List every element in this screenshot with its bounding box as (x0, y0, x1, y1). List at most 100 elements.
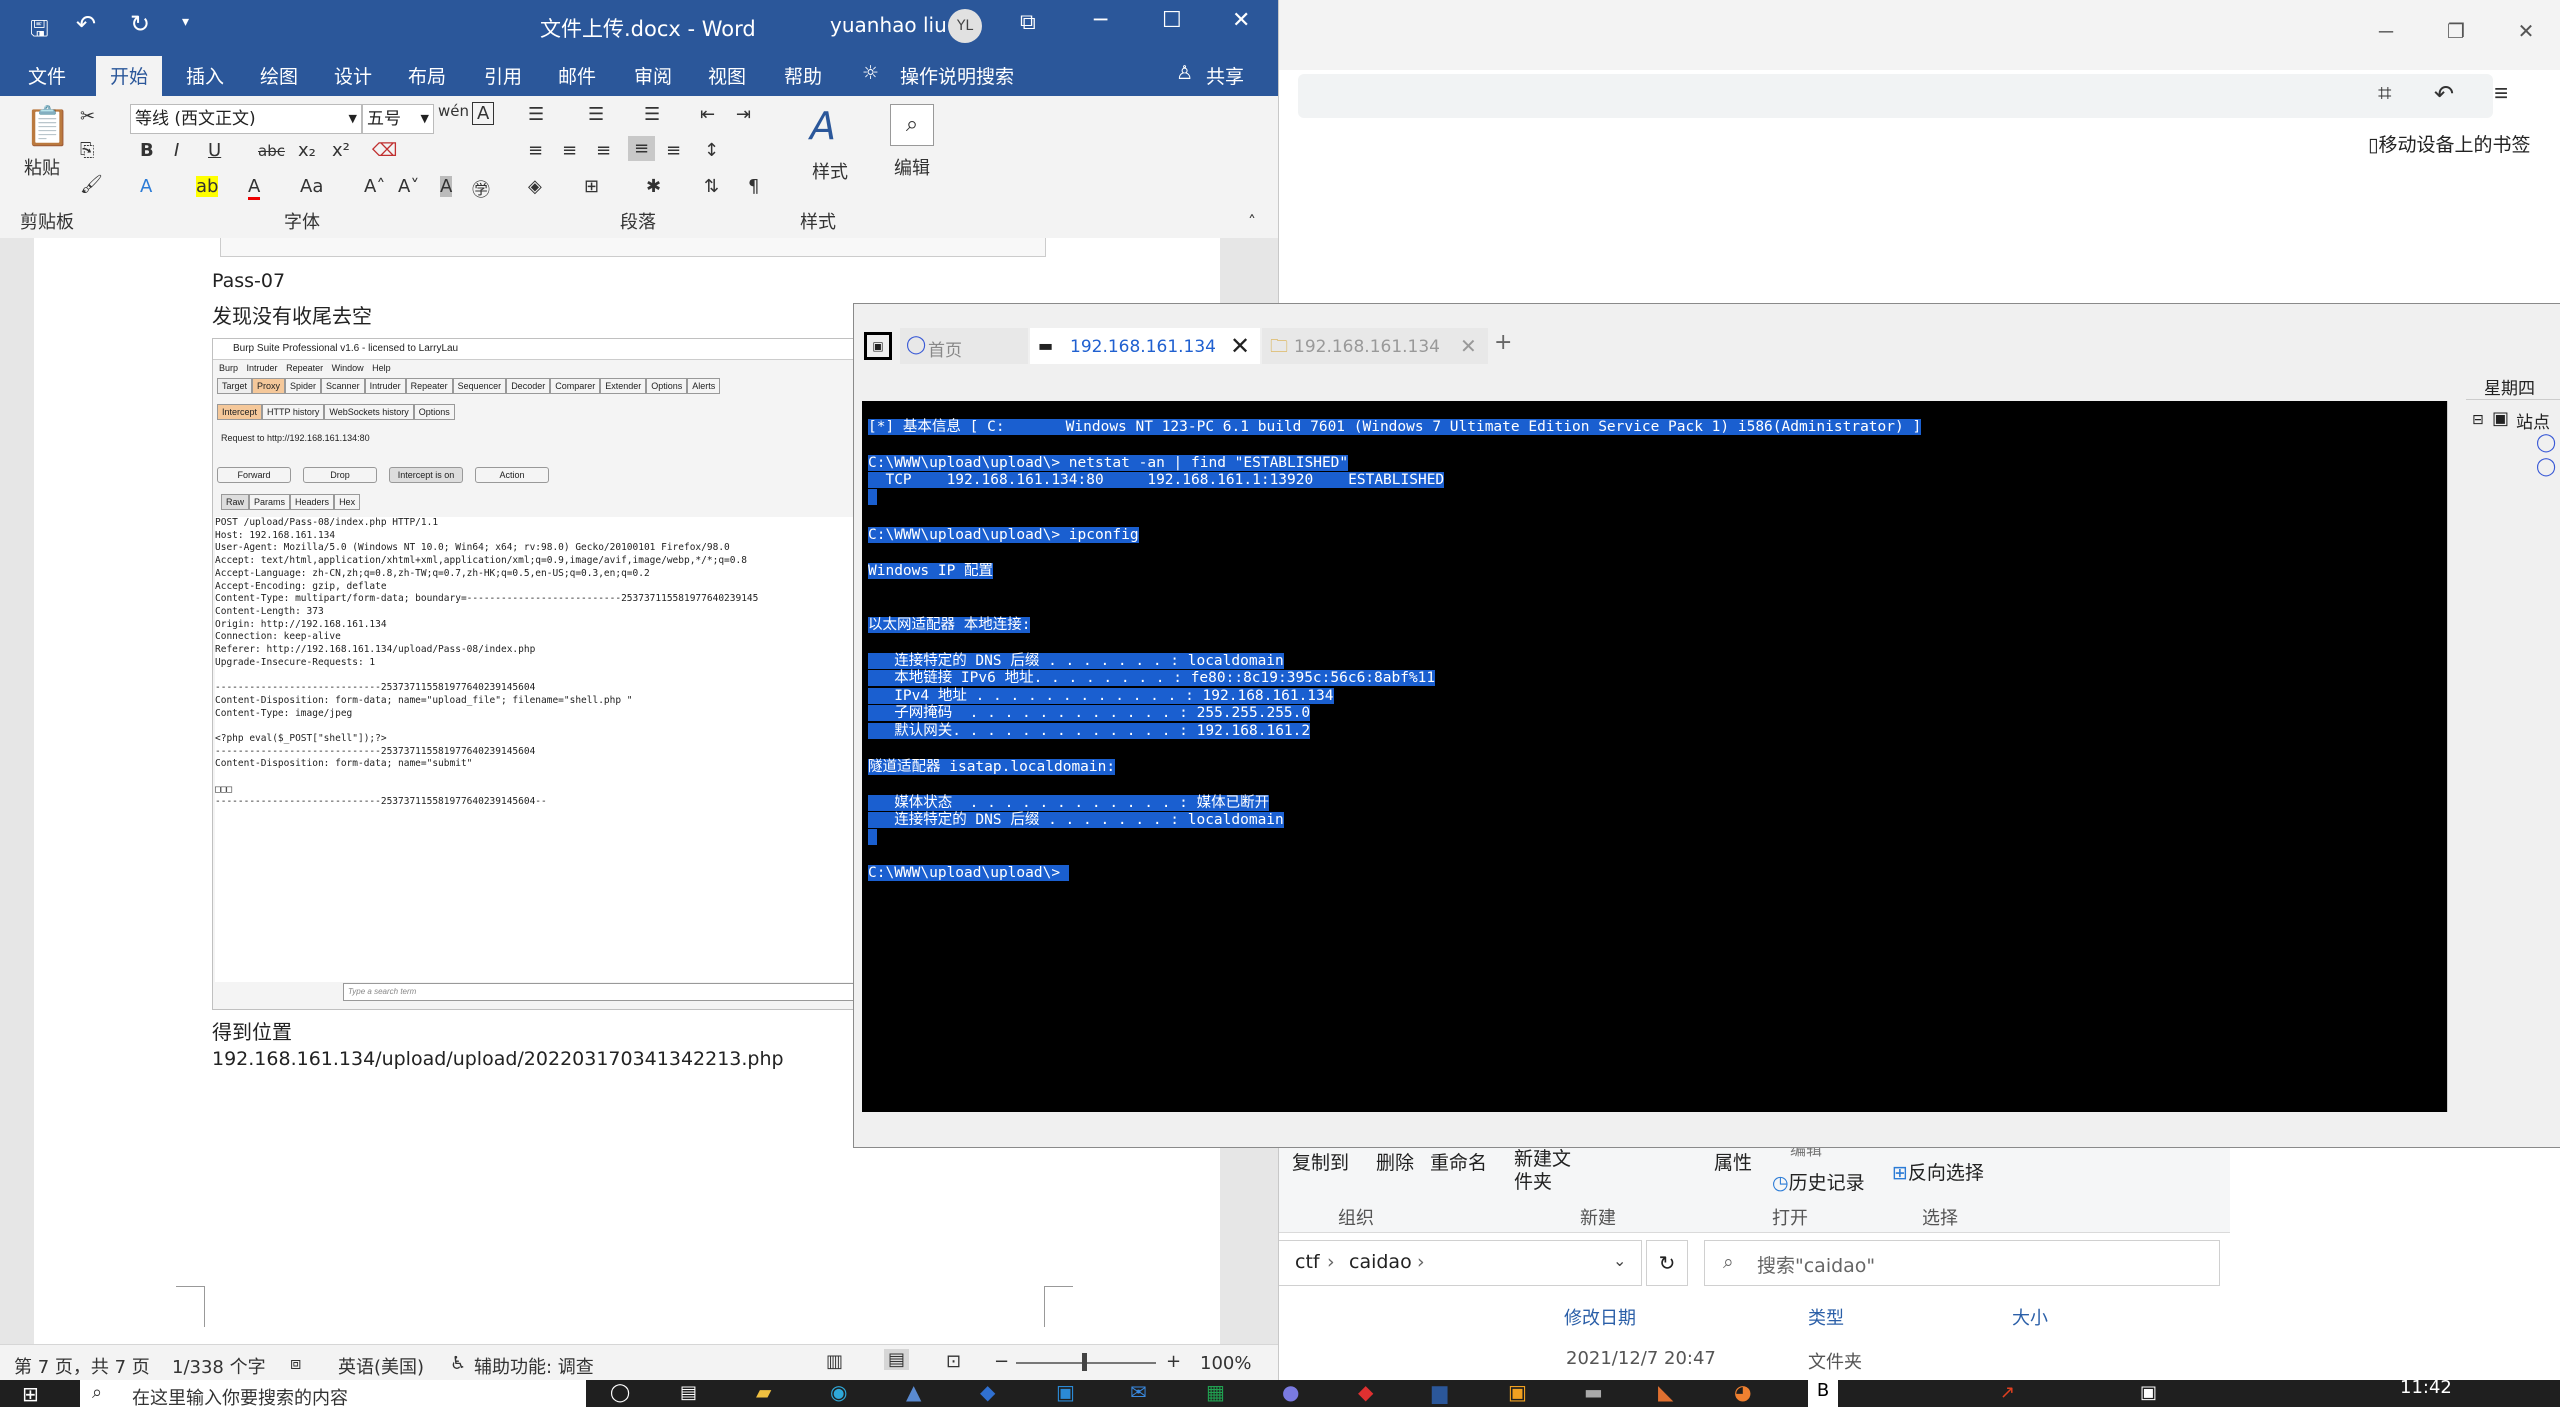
subscript-button[interactable]: x₂ (298, 140, 316, 161)
mail-icon[interactable]: ✉ (1130, 1380, 1147, 1404)
close-button[interactable]: ✕ (1232, 8, 1250, 33)
close-tab-icon[interactable]: ✕ (1460, 334, 1477, 358)
zoom-level[interactable]: 100% (1200, 1353, 1251, 1374)
widgets-icon[interactable]: ▤ (680, 1382, 697, 1403)
search-input[interactable]: 搜索"caidao" (1757, 1251, 1875, 1278)
shading-icon[interactable]: ◈ (528, 176, 542, 197)
tab-references[interactable]: 引用 (484, 62, 522, 89)
styles-button[interactable]: 样式 (812, 158, 848, 184)
task-view-icon[interactable]: ◯ (610, 1382, 630, 1403)
highlight-icon[interactable]: ab (196, 176, 219, 197)
start-button[interactable]: ⊞ (22, 1382, 39, 1406)
app-menu-icon[interactable]: ▣ (864, 332, 892, 360)
align-left-icon[interactable]: ≡ (528, 140, 543, 161)
status-words[interactable]: 1/338 个字 (172, 1353, 266, 1379)
tab-home[interactable]: ◯ 首页 (900, 328, 1028, 364)
file-explorer-icon[interactable]: ▰ (756, 1380, 771, 1404)
edge-icon[interactable]: ◉ (830, 1380, 847, 1404)
app-icon[interactable]: ◆ (1358, 1380, 1373, 1404)
tab-view[interactable]: 视图 (708, 62, 746, 89)
underline-button[interactable]: U (208, 140, 221, 161)
word-icon[interactable]: ▆ (1432, 1380, 1447, 1404)
ribbon-display-icon[interactable]: ⧉ (1020, 10, 1036, 35)
terminal-scrollbar[interactable] (2447, 401, 2464, 1112)
minimize-button[interactable]: ─ (1094, 8, 1107, 33)
close-button[interactable]: ✕ (2506, 14, 2546, 50)
burp-icon[interactable]: B (1808, 1380, 1838, 1407)
copy-to-button[interactable]: 复制到 (1292, 1148, 1349, 1175)
align-right-icon[interactable]: ≡ (596, 140, 611, 161)
clock-time[interactable]: 11:42 (2400, 1377, 2452, 1398)
zoom-slider-thumb[interactable] (1082, 1353, 1087, 1371)
justify-icon[interactable]: ≡ (628, 136, 656, 161)
taskbar-search[interactable]: ⌕ 在这里输入你要搜索的内容 (80, 1380, 586, 1410)
menu-icon[interactable]: ≡ (2494, 80, 2508, 108)
breadcrumb[interactable]: ctf › caidao › ⌄ (1278, 1240, 1642, 1286)
app-icon[interactable]: ● (1282, 1380, 1299, 1404)
superscript-button[interactable]: x² (332, 140, 350, 161)
multilevel-list-icon[interactable]: ☰ (644, 104, 660, 125)
print-layout-icon[interactable]: ▤ (884, 1349, 910, 1370)
redo-icon[interactable]: ↻ (130, 10, 150, 38)
app-icon[interactable]: ▲ (906, 1380, 921, 1404)
status-page[interactable]: 第 7 页，共 7 页 (14, 1353, 150, 1379)
strikethrough-button[interactable]: abc (258, 142, 285, 160)
mobile-bookmarks-link[interactable]: ▯移动设备上的书签 (2368, 130, 2530, 157)
avatar[interactable]: YL (948, 9, 982, 43)
invert-selection-button[interactable]: ⊞反向选择 (1892, 1158, 1984, 1185)
numbering-icon[interactable]: ☰ (588, 104, 604, 125)
collapse-ribbon-icon[interactable]: ˄ (1248, 212, 1256, 231)
change-case-icon[interactable]: Aa (300, 176, 323, 197)
share-button[interactable]: 共享 (1206, 62, 1244, 89)
customize-qat-icon[interactable]: ▾ (182, 14, 189, 30)
line-spacing-icon[interactable]: ↕ (704, 140, 719, 161)
proofing-icon[interactable]: ⧈ (290, 1353, 301, 1374)
enclose-characters-icon[interactable]: ㊫ (472, 176, 490, 202)
taskbar-search-input[interactable]: 在这里输入你要搜索的内容 (132, 1384, 348, 1410)
crop-icon[interactable]: ⌗ (2378, 80, 2392, 108)
tab-review[interactable]: 审阅 (634, 62, 672, 89)
web-layout-icon[interactable]: ⊡ (946, 1351, 961, 1372)
app-icon[interactable]: ▣ (1508, 1380, 1527, 1404)
app-icon[interactable]: ◣ (1658, 1380, 1673, 1404)
tab-file[interactable]: 文件 (28, 62, 66, 89)
restore-button[interactable]: ❐ (2436, 14, 2476, 50)
distributed-icon[interactable]: ≡ (666, 140, 681, 161)
delete-button[interactable]: 删除 (1376, 1148, 1414, 1175)
new-folder-button[interactable]: 新建文件夹 (1514, 1148, 1574, 1194)
terminal-icon[interactable]: ▬ (1584, 1380, 1603, 1404)
rename-button[interactable]: 重命名 (1430, 1148, 1487, 1175)
search-box[interactable]: ⌕ 搜索"caidao" (1704, 1240, 2220, 1286)
column-size[interactable]: 大小 (2012, 1304, 2048, 1330)
tab-design[interactable]: 设计 (334, 62, 372, 89)
tab-insert[interactable]: 插入 (186, 62, 224, 89)
maximize-button[interactable]: ☐ (1162, 8, 1182, 33)
terminal-output[interactable]: [*] 基本信息 [ C: Windows NT 123-PC 6.1 buil… (862, 401, 2447, 1112)
tray-icon[interactable]: ▣ (2140, 1382, 2157, 1403)
increase-indent-icon[interactable]: ⇥ (736, 104, 751, 125)
clear-format-icon[interactable]: ⌫ (372, 140, 397, 161)
chinese-layout-icon[interactable]: ✱ (646, 176, 661, 197)
format-painter-icon[interactable]: 🖌 (80, 174, 103, 195)
grow-font-icon[interactable]: A˄ (364, 176, 385, 197)
align-center-icon[interactable]: ≡ (562, 140, 577, 161)
bold-button[interactable]: B (140, 140, 154, 161)
undo-icon[interactable]: ↶ (2434, 80, 2454, 109)
undo-icon[interactable]: ↶ (76, 10, 96, 38)
phonetic-guide-icon[interactable]: wén (438, 102, 469, 120)
store-icon[interactable]: ▣ (1056, 1380, 1075, 1404)
breadcrumb-caidao[interactable]: caidao (1349, 1251, 1412, 1273)
read-mode-icon[interactable]: ▥ (826, 1351, 843, 1372)
tab-layout[interactable]: 布局 (408, 62, 446, 89)
tab-draw[interactable]: 绘图 (260, 62, 298, 89)
font-name-select[interactable]: 等线 (西文正文) ▼ (130, 104, 362, 134)
column-date[interactable]: 修改日期 (1564, 1304, 1636, 1330)
close-tab-icon[interactable]: ✕ (1230, 332, 1250, 360)
status-language[interactable]: 英语(美国) (338, 1353, 424, 1379)
zoom-in-button[interactable]: + (1166, 1351, 1181, 1372)
app-icon[interactable]: ◆ (980, 1380, 995, 1404)
breadcrumb-ctf[interactable]: ctf (1295, 1251, 1320, 1273)
sort-icon[interactable]: ⇅ (704, 176, 719, 197)
borders-icon[interactable]: ⊞ (584, 176, 599, 197)
show-marks-icon[interactable]: ¶ (748, 176, 759, 197)
